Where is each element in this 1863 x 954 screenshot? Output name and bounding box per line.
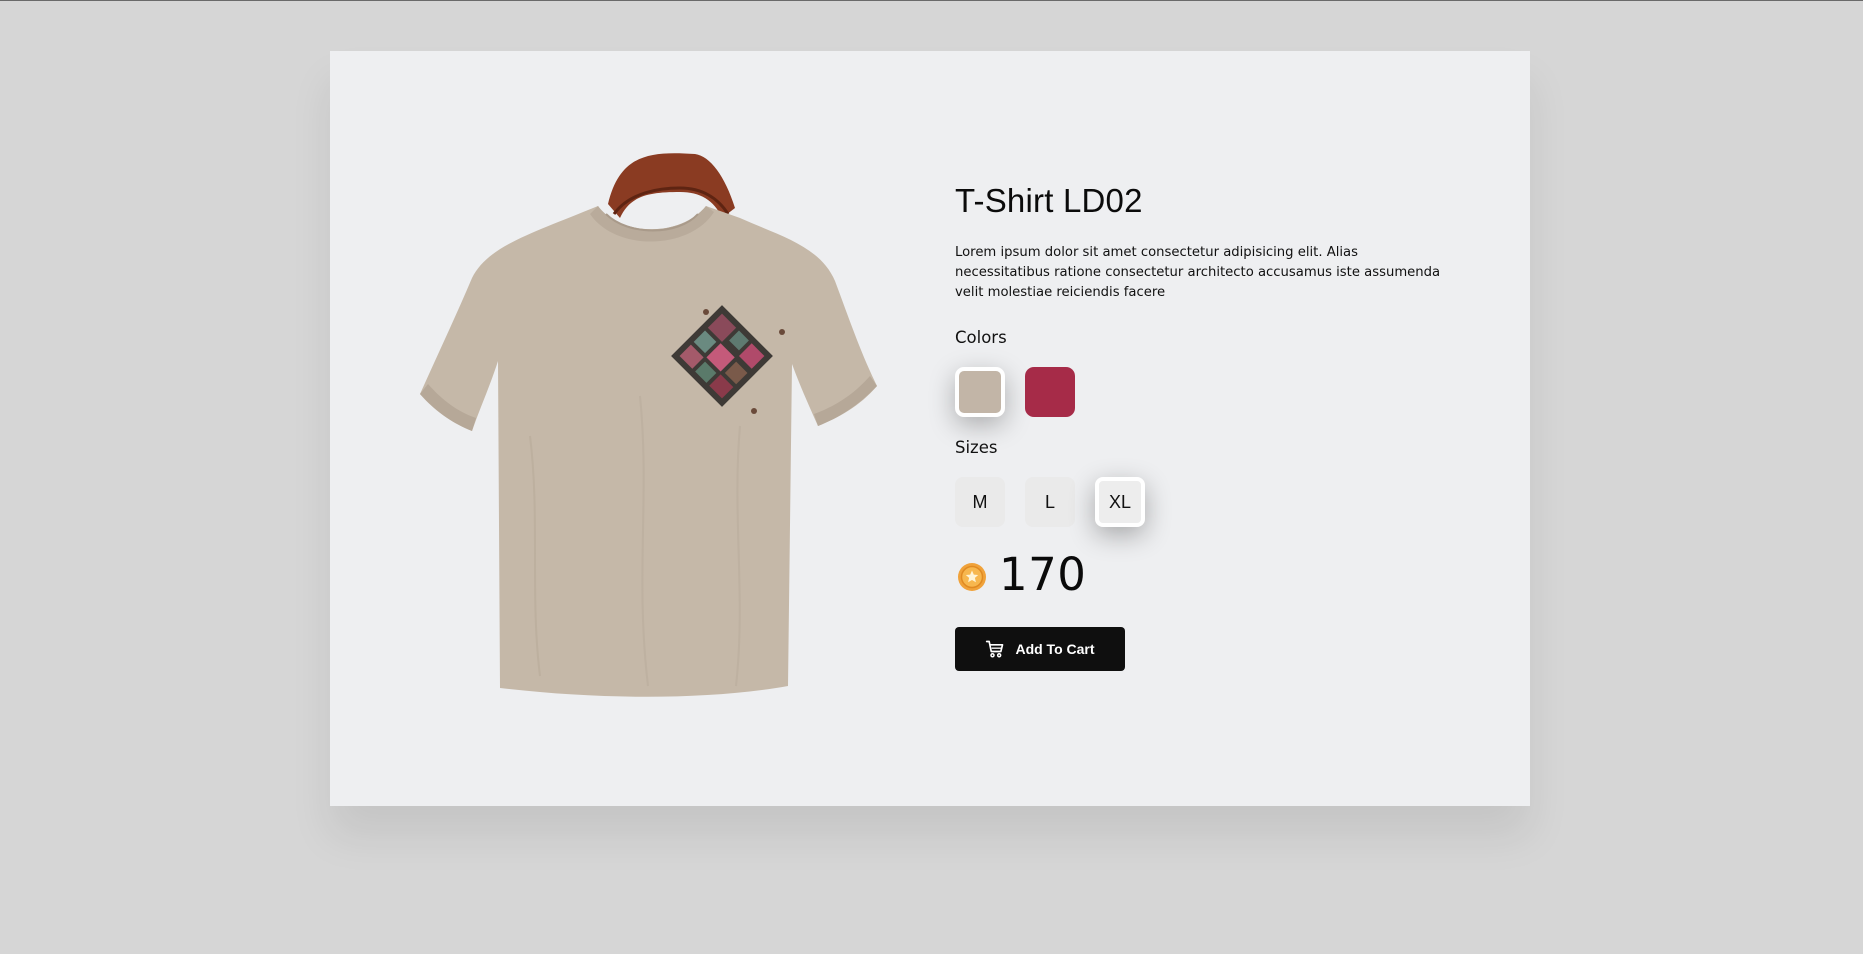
coin-icon (958, 563, 986, 591)
size-options: M L XL (955, 477, 1475, 527)
price-row: 170 (955, 547, 1475, 601)
add-to-cart-button[interactable]: Add To Cart (955, 627, 1125, 671)
hanger-icon (608, 153, 735, 218)
product-image (380, 96, 910, 761)
product-title: T-Shirt LD02 (955, 182, 1143, 219)
size-button-m[interactable]: M (955, 477, 1005, 527)
size-button-xl[interactable]: XL (1095, 477, 1145, 527)
product-card: T-Shirt LD02 Lorem ipsum dolor sit amet … (330, 51, 1530, 806)
product-price: 170 (999, 547, 1087, 601)
product-description: Lorem ipsum dolor sit amet consectetur a… (955, 245, 1441, 300)
sizes-label: Sizes (955, 438, 998, 457)
add-to-cart-label: Add To Cart (1015, 641, 1095, 657)
size-button-l[interactable]: L (1025, 477, 1075, 527)
colors-label: Colors (955, 328, 1007, 347)
cart-icon (986, 640, 1004, 658)
color-swatch-crimson[interactable] (1025, 367, 1075, 417)
color-swatch-beige[interactable] (955, 367, 1005, 417)
color-options (955, 367, 1475, 417)
product-info: T-Shirt LD02 Lorem ipsum dolor sit amet … (955, 181, 1475, 671)
